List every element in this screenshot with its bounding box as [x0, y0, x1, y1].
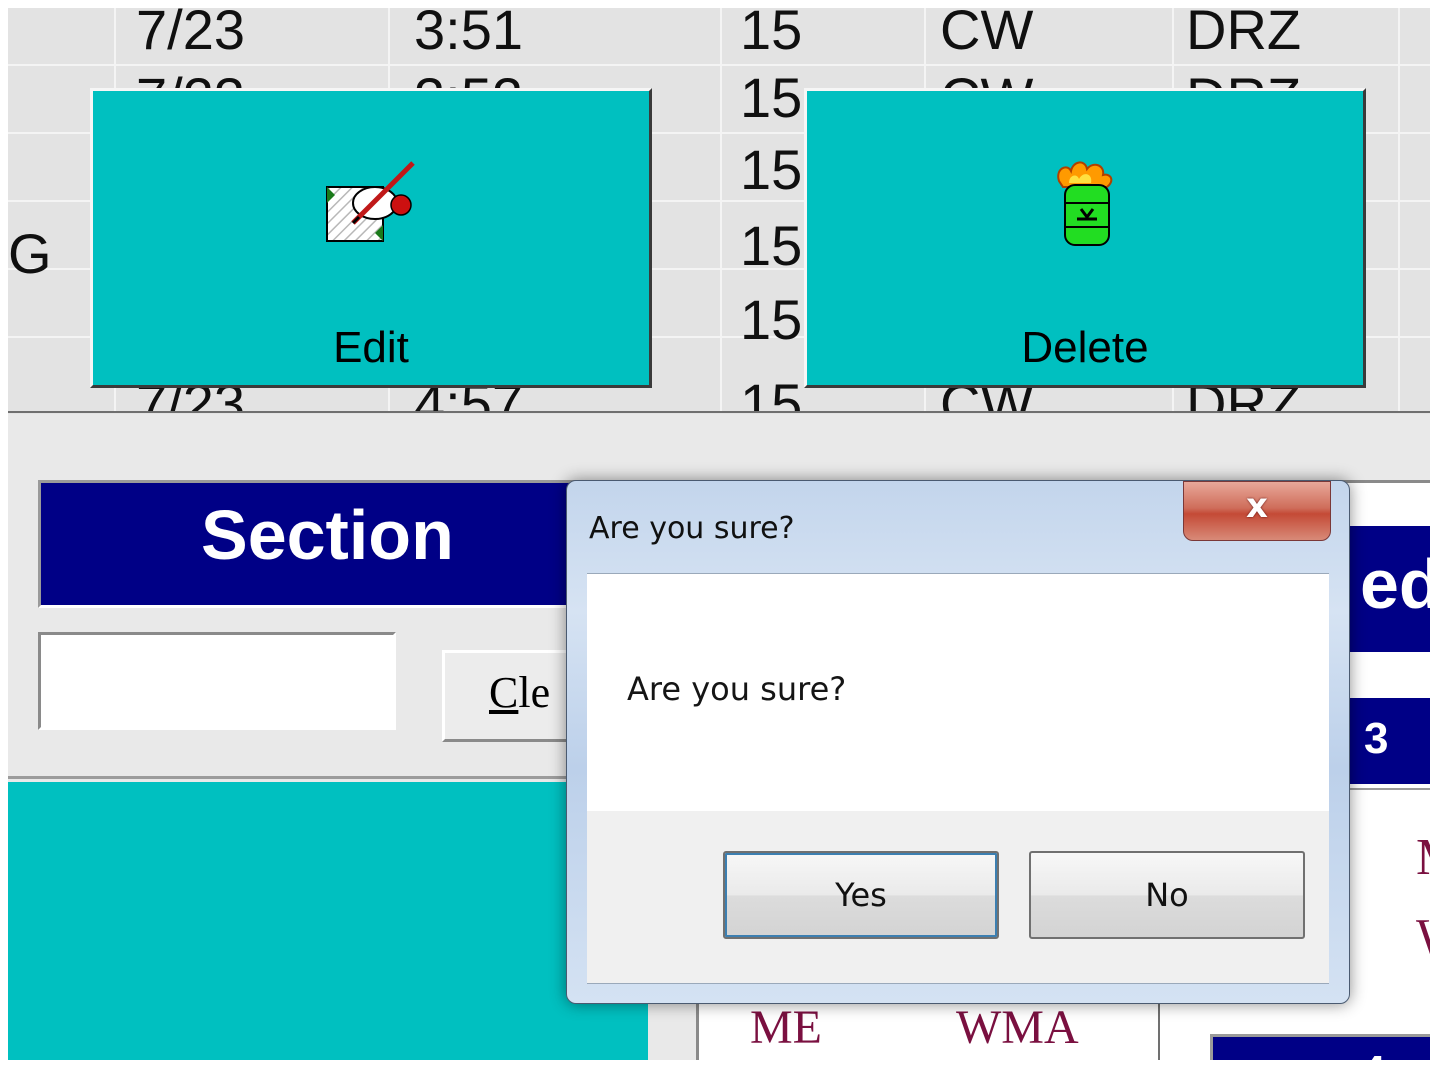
section-header-label: Section — [201, 496, 454, 574]
grid-cell-band[interactable]: 15 — [740, 376, 802, 414]
list-item: W — [1416, 908, 1430, 967]
dialog-button-bar: Yes No — [587, 811, 1329, 984]
clear-button-accelerator: C — [489, 668, 519, 717]
grid-cell-band[interactable]: 15 — [740, 292, 802, 348]
delete-button[interactable]: Delete — [804, 88, 1366, 388]
section-input[interactable] — [38, 632, 396, 730]
cyan-panel — [8, 782, 648, 1060]
section-header: Section — [38, 480, 578, 608]
grid-column-line — [720, 8, 722, 413]
grid-cell-fragment[interactable]: G — [8, 226, 52, 282]
edit-pencil-icon — [323, 159, 419, 254]
grid-cell-time[interactable]: 3:51 — [414, 8, 523, 58]
count-bar: 4 — [1210, 1034, 1430, 1060]
grid-column-line — [1398, 8, 1400, 413]
section-cell: ME — [750, 1001, 822, 1054]
log-grid[interactable]: 7/23 3:51 15 CW DRZ 7/23 3:52 15 CW DRZ … — [8, 8, 1430, 413]
section-cell: WMA — [956, 1001, 1079, 1054]
grid-cell-band[interactable]: 15 — [740, 142, 802, 198]
sections-worked-list: M W — [1348, 788, 1430, 980]
clear-button-label: le — [518, 668, 551, 717]
grid-bottom-border — [8, 411, 1430, 413]
dialog-message-area: Are you sure? — [587, 573, 1329, 812]
no-button[interactable]: No — [1029, 851, 1305, 939]
close-icon: x — [1246, 486, 1268, 526]
grid-cell-band[interactable]: 15 — [740, 70, 802, 126]
count-bar: 3 — [1348, 698, 1430, 784]
dialog-title: Are you sure? — [589, 511, 795, 546]
list-item: M — [1416, 828, 1430, 887]
grid-cell-op[interactable]: DRZ — [1186, 8, 1301, 58]
dialog-close-button[interactable]: x — [1183, 481, 1331, 541]
yes-button[interactable]: Yes — [723, 851, 999, 939]
grid-cell-date[interactable]: 7/23 — [136, 8, 245, 58]
grid-cell-band[interactable]: 15 — [740, 218, 802, 274]
count-value: 4 — [1361, 1047, 1385, 1060]
confirm-dialog: Are you sure? x Are you sure? Yes No — [566, 480, 1350, 1004]
dialog-message: Are you sure? — [627, 670, 847, 708]
edit-button-label: Edit — [333, 323, 409, 372]
delete-button-label: Delete — [1021, 323, 1149, 372]
edit-button[interactable]: Edit — [90, 88, 652, 388]
grid-cell-mode[interactable]: CW — [940, 8, 1033, 58]
sections-worked-banner-label: ed — [1360, 545, 1430, 623]
grid-cell-band[interactable]: 15 — [740, 8, 802, 58]
count-value: 3 — [1364, 714, 1389, 763]
burning-trash-barrel-icon — [1045, 159, 1125, 254]
